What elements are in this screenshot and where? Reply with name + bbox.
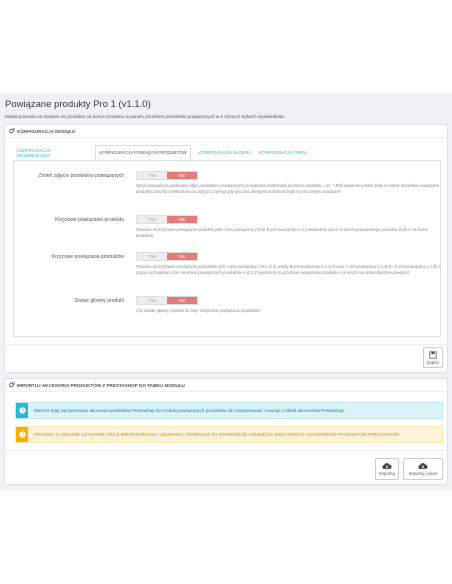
switch-no[interactable]: NIE: [167, 172, 197, 179]
field-label-main-product: Dodać główny produkt: [74, 298, 124, 304]
switch-no[interactable]: NIE: [167, 297, 197, 304]
import-delete-button[interactable]: Importuj i usuń: [403, 458, 443, 480]
gears-icon: [9, 128, 15, 134]
switch-no[interactable]: NIE: [167, 216, 197, 223]
field-help-main-product: Czy dodać główny produkt do listy "Krzyż…: [136, 308, 262, 313]
save-label: Zapisz: [426, 359, 440, 365]
tab-relations-config[interactable]: KONFIGURACJA POWIĄZAŃ PRODUKTÓW: [95, 145, 191, 160]
tab-slider-config[interactable]: KONFIGURACJA SLIDERA: [197, 145, 253, 160]
field-help-change-image: Opcja pozwala na podmianę zdjęć produktó…: [136, 183, 439, 194]
switch-yes[interactable]: TAK: [137, 297, 167, 304]
field-label-cross-product: Krzyżowe powiązanie produktu: [55, 217, 124, 223]
svg-text:!: !: [21, 432, 23, 438]
switch-yes[interactable]: TAK: [137, 253, 167, 260]
page-subtitle: Moduł pozwala na dodanie do produktu na …: [5, 114, 284, 119]
import-panel-title: IMPORTUJ AKCESORIA PRODUKTÓW Z PRESTASHO…: [17, 382, 185, 388]
warning-alert: ! PROSIMY O UWAŻNE UŻYWANIE OPCJI IMPORT…: [15, 426, 443, 443]
cross-products-switch[interactable]: TAK NIE: [136, 252, 198, 261]
warning-alert-text: PROSIMY O UWAŻNE UŻYWANIE OPCJI IMPORTOW…: [34, 432, 400, 437]
import-delete-label: Importuj i usuń: [408, 471, 438, 476]
gears-icon: [9, 382, 15, 388]
question-icon: ?: [16, 403, 28, 418]
change-image-switch[interactable]: TAK NIE: [136, 171, 198, 180]
cloud-download-icon: [418, 462, 428, 471]
import-button[interactable]: Importuj: [375, 458, 399, 480]
field-help-cross-product: Pozwala na krzyżowe powiązanie produktu …: [136, 227, 429, 238]
warning-icon: !: [16, 427, 28, 442]
main-product-switch[interactable]: TAK NIE: [136, 296, 198, 305]
import-panel-heading: IMPORTUJ AKCESORIA PRODUKTÓW Z PRESTASHO…: [5, 379, 447, 392]
tab-content: Zmień zdjęcie produktów powiązanych TAK …: [13, 160, 441, 337]
info-alert-text: Możesz tutaj zaimportować akcesoria prod…: [34, 408, 346, 413]
info-alert: ? Możesz tutaj zaimportować akcesoria pr…: [15, 402, 443, 419]
import-panel: IMPORTUJ AKCESORIA PRODUKTÓW Z PRESTASHO…: [4, 378, 448, 485]
switch-no[interactable]: NIE: [167, 253, 197, 260]
svg-text:?: ?: [21, 408, 24, 414]
switch-yes[interactable]: TAK: [137, 172, 167, 179]
tab-table-config[interactable]: KONFIGURACJA TABELI: [257, 145, 309, 160]
config-panel-title: KONFIGURACJA MODUŁU: [17, 128, 76, 134]
field-label-cross-products: Krzyżowe powiązania produktów: [51, 254, 124, 260]
import-label: Importuj: [379, 471, 395, 476]
tab-display-config[interactable]: KONFIGURACJA WYŚWIETLANIA: [17, 145, 81, 160]
config-panel-heading: KONFIGURACJA MODUŁU: [5, 125, 447, 138]
save-icon: [429, 350, 437, 360]
page-title: Powiązane produkty Pro 1 (v1.1.0): [5, 99, 151, 110]
cross-product-switch[interactable]: TAK NIE: [136, 215, 198, 224]
switch-yes[interactable]: TAK: [137, 216, 167, 223]
config-panel: KONFIGURACJA MODUŁU KONFIGURACJA WYŚWIET…: [4, 124, 448, 373]
config-tabs: KONFIGURACJA WYŚWIETLANIA KONFIGURACJA P…: [13, 145, 441, 161]
save-button[interactable]: Zapisz: [423, 347, 443, 368]
field-help-cross-products: Pozwala na krzyżowe powiązanie produktów…: [136, 264, 441, 275]
import-panel-footer: Importuj Importuj i usuń: [5, 450, 447, 484]
field-label-change-image: Zmień zdjęcie produktów powiązanych: [38, 173, 124, 179]
config-panel-footer: Zapisz: [5, 344, 447, 372]
cloud-download-icon: [382, 462, 392, 471]
